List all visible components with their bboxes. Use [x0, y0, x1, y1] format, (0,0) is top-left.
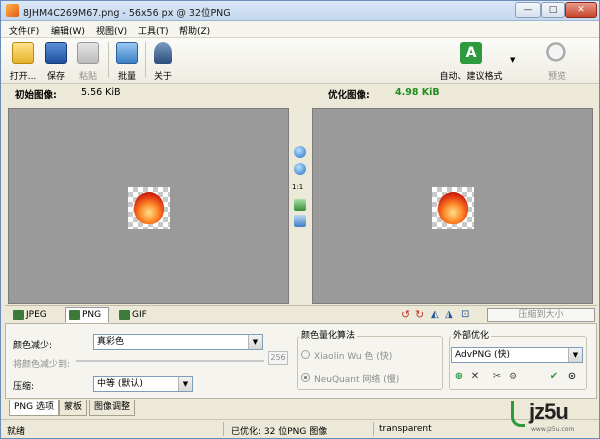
external-optimization-title: 外部优化 [451, 328, 492, 341]
gif-icon [119, 310, 130, 320]
magnifier-icon [546, 42, 568, 64]
status-divider [373, 422, 374, 436]
toolbar-separator [145, 42, 146, 78]
paste-button[interactable]: 粘贴 [75, 40, 101, 82]
external-optimizer-select[interactable]: AdvPNG (快) ▼ [451, 347, 583, 363]
optimized-image-pane[interactable] [312, 108, 593, 304]
auto-format-icon: A [460, 42, 482, 64]
original-image-pane[interactable] [8, 108, 289, 304]
optimized-image-preview [432, 187, 474, 229]
maximize-button[interactable]: □ [541, 2, 565, 18]
preview-button[interactable]: 预览 [543, 40, 571, 82]
menu-edit[interactable]: 编辑(W) [51, 24, 85, 37]
leaf-icon [511, 401, 525, 427]
xiaolin-wu-radio[interactable] [301, 350, 310, 359]
about-button[interactable]: 关于 [149, 40, 177, 82]
optimized-image-size: 4.98 KiB [395, 87, 440, 98]
chevron-down-icon: ▼ [248, 335, 262, 349]
reduce-colors-value[interactable]: 256 [268, 351, 288, 365]
app-window: 8JHM4C269M67.png - 56x56 px @ 32位PNG — □… [0, 0, 600, 439]
settings-icon[interactable]: ⚙ [506, 370, 520, 384]
floppy-disk-icon [45, 42, 67, 64]
png-icon [69, 310, 80, 320]
original-image-size: 5.56 KiB [81, 87, 121, 98]
menu-bar: 文件(F) 编辑(W) 视图(V) 工具(T) 帮助(Z) [1, 21, 599, 38]
save-button[interactable]: 保存 [43, 40, 69, 82]
flame-image [438, 192, 468, 224]
flip-horizontal-icon[interactable]: ◭ [431, 309, 442, 320]
title-bar[interactable]: 8JHM4C269M67.png - 56x56 px @ 32位PNG — □… [1, 1, 599, 21]
color-reduction-select[interactable]: 真彩色 ▼ [93, 334, 263, 350]
toolbar: 打开... 保存 粘贴 批量 关于 A 自动、建议格式 ▼ 预览 [1, 38, 599, 84]
tab-jpeg[interactable]: JPEG [9, 307, 59, 323]
jz5u-watermark-logo: jz5u www.jz5u.com [509, 399, 597, 435]
open-button[interactable]: 打开... [5, 40, 41, 82]
menu-file[interactable]: 文件(F) [9, 24, 39, 37]
status-ready: 就绪 [7, 427, 26, 437]
flame-image [134, 192, 164, 224]
menu-tools[interactable]: 工具(T) [138, 24, 169, 37]
user-info-icon [154, 42, 172, 64]
color-reduction-label: 颜色减少: [13, 341, 53, 351]
rotate-left-icon[interactable]: ↺ [401, 309, 412, 320]
reduce-colors-to-label: 将颜色减少到: [13, 360, 71, 370]
batch-button[interactable]: 批量 [113, 40, 141, 82]
fit-to-window-icon[interactable] [294, 199, 306, 211]
zoom-controls: 1:1 [290, 108, 310, 304]
neuquant-radio[interactable] [301, 373, 310, 382]
zoom-in-icon[interactable] [294, 146, 306, 158]
auto-suggest-format-button[interactable]: A 自动、建议格式 [433, 40, 509, 82]
status-divider [223, 422, 224, 436]
tab-image-adjust[interactable]: 图像调整 [89, 400, 136, 416]
compression-label: 压缩: [13, 382, 35, 392]
actual-size-button[interactable]: 1:1 [292, 183, 303, 191]
jpeg-icon [13, 310, 24, 320]
remove-icon[interactable]: ✕ [468, 370, 482, 384]
zoom-out-icon[interactable] [294, 163, 306, 175]
slider-track [76, 360, 264, 362]
tools-icon[interactable]: ✂ [490, 370, 504, 384]
auto-suggest-dropdown-arrow[interactable]: ▼ [510, 56, 515, 64]
close-button[interactable]: ✕ [565, 2, 597, 18]
compression-select[interactable]: 中等 (默认) ▼ [93, 376, 193, 392]
optimized-image-label: 优化图像: [328, 90, 370, 101]
tab-png[interactable]: PNG [65, 307, 109, 323]
batch-files-icon [116, 42, 138, 64]
add-icon[interactable]: ⊕ [452, 370, 466, 384]
run-icon[interactable]: ⊙ [565, 370, 579, 384]
tab-png-options[interactable]: PNG 选项 [9, 400, 59, 416]
menu-help[interactable]: 帮助(Z) [179, 24, 210, 37]
chevron-down-icon: ▼ [568, 348, 582, 362]
flip-vertical-icon[interactable]: ◮ [445, 309, 456, 320]
neuquant-label: NeuQuant 网络 (慢) [314, 375, 400, 385]
quantization-group-title: 颜色量化算法 [299, 328, 358, 341]
status-optimized: 已优化: 32 位PNG 图像 [231, 427, 328, 437]
window-title: 8JHM4C269M67.png - 56x56 px @ 32位PNG [23, 8, 231, 19]
menu-view[interactable]: 视图(V) [96, 24, 127, 37]
app-icon [6, 4, 19, 17]
compare-view-icon[interactable] [294, 215, 306, 227]
tab-mask[interactable]: 蒙板 [59, 400, 88, 416]
original-image-preview [128, 187, 170, 229]
rotate-right-icon[interactable]: ↻ [415, 309, 426, 320]
folder-open-icon [12, 42, 34, 64]
minimize-button[interactable]: — [515, 2, 541, 18]
resize-icon[interactable]: ⊡ [461, 309, 472, 320]
reduce-colors-slider[interactable] [76, 355, 264, 367]
original-image-label: 初始图像: [15, 90, 57, 101]
status-transparency: transparent [379, 424, 432, 434]
chevron-down-icon: ▼ [178, 377, 192, 391]
clipboard-icon [77, 42, 99, 64]
toolbar-separator [108, 42, 109, 78]
compress-to-size-button[interactable]: 压缩到大小 [487, 308, 595, 322]
tab-gif[interactable]: GIF [115, 307, 157, 323]
apply-check-icon[interactable]: ✔ [547, 370, 561, 384]
xiaolin-wu-label: Xiaolin Wu 色 (快) [314, 352, 393, 362]
